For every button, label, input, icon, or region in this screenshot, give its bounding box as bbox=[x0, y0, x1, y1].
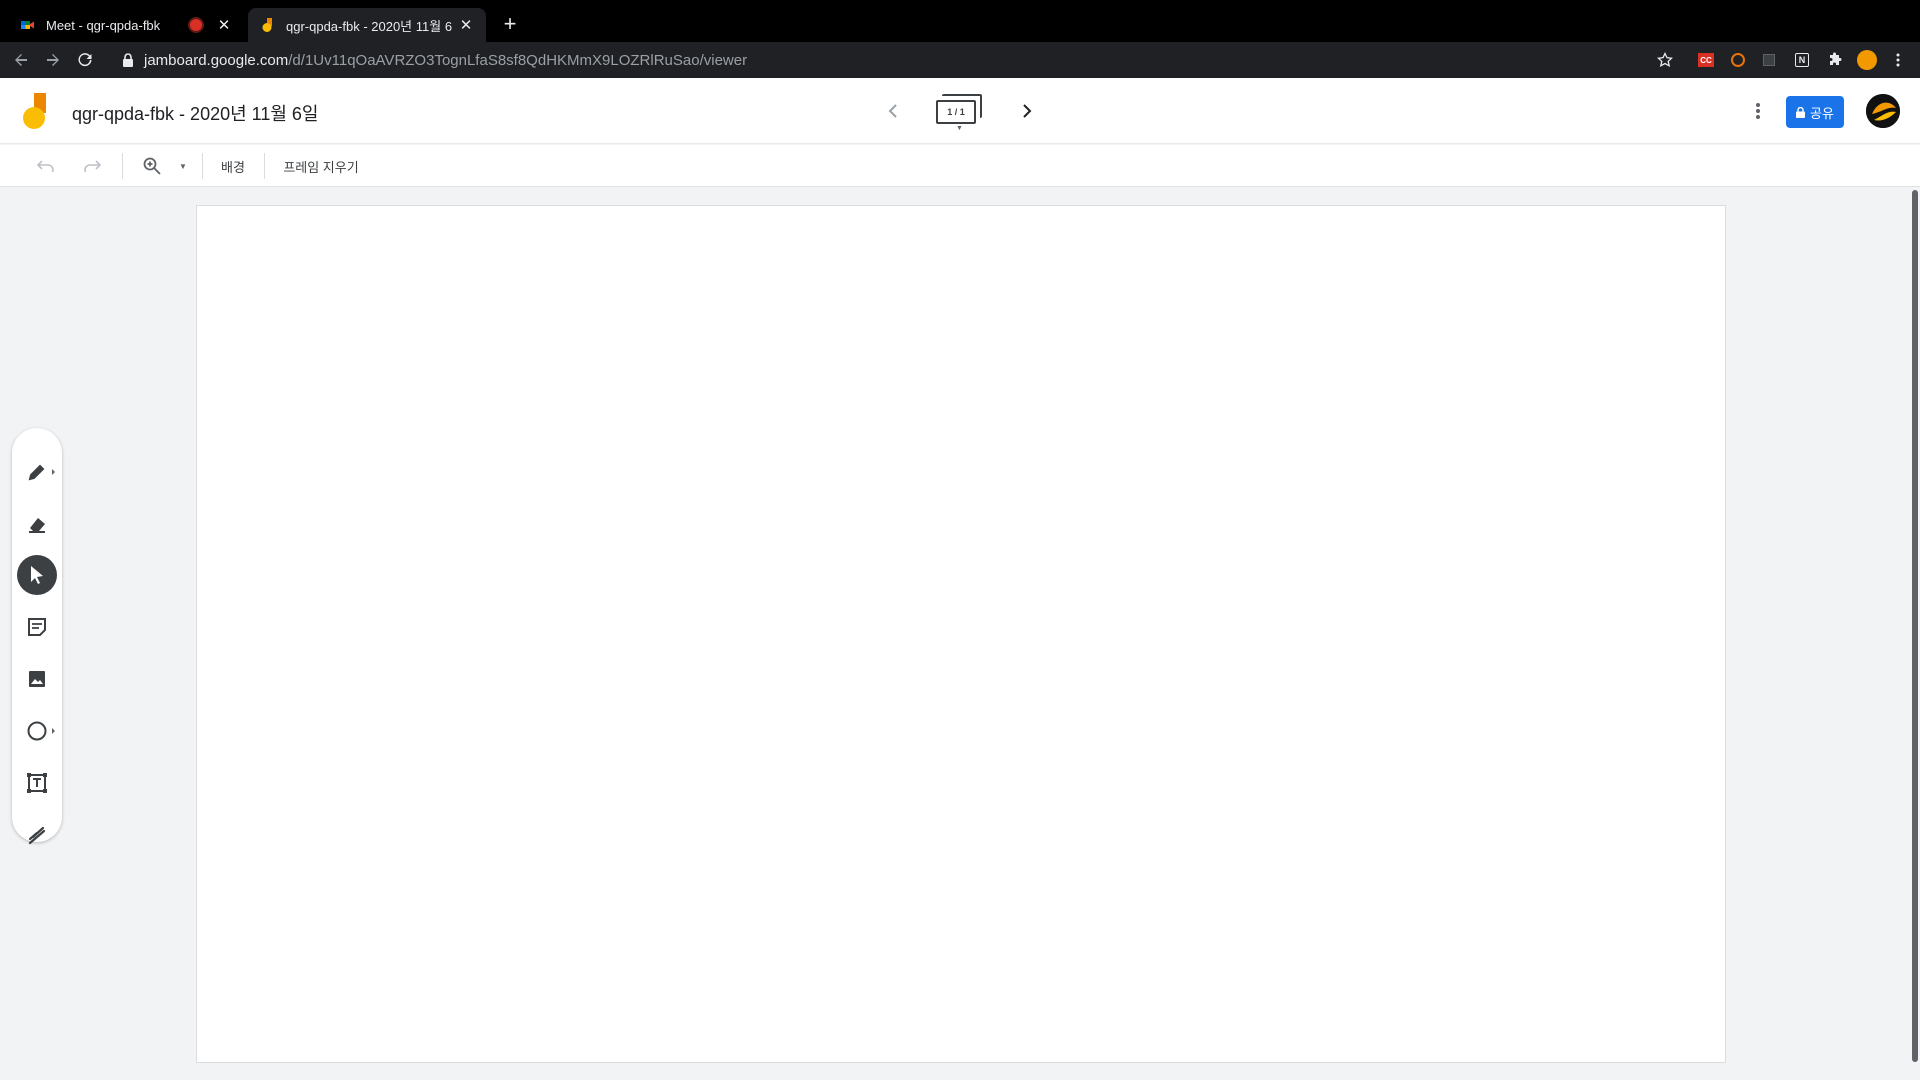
extensions-puzzle-icon[interactable] bbox=[1825, 50, 1845, 70]
image-icon bbox=[29, 671, 45, 687]
tab-jamboard[interactable]: qgr-qpda-fbk - 2020년 11월 6일 ✕ bbox=[248, 8, 486, 42]
text-box-tool[interactable] bbox=[17, 763, 57, 803]
select-tool[interactable] bbox=[17, 555, 57, 595]
undo-icon[interactable] bbox=[34, 154, 58, 178]
scrollbar-thumb[interactable] bbox=[1912, 190, 1918, 1062]
new-tab-icon[interactable]: + bbox=[498, 13, 522, 37]
document-title[interactable]: qgr-qpda-fbk - 2020년 11월 6일 bbox=[72, 100, 318, 126]
recording-icon bbox=[190, 19, 202, 31]
redo-icon[interactable] bbox=[80, 154, 104, 178]
tab-title: qgr-qpda-fbk - 2020년 11월 6일 bbox=[286, 18, 452, 34]
tool-options-arrow bbox=[52, 469, 55, 475]
back-icon[interactable] bbox=[10, 49, 32, 71]
image-tool[interactable] bbox=[17, 659, 57, 699]
toolbar-divider bbox=[264, 153, 265, 179]
google-meet-icon bbox=[21, 21, 34, 29]
background-button[interactable]: 배경 bbox=[218, 154, 248, 178]
url-path: /d/1Uv11qOaAVRZO3TognLfaS8sf8QdHKMmX9LOZ… bbox=[288, 51, 748, 69]
sticky-note-tool[interactable] bbox=[17, 607, 57, 647]
lock-icon bbox=[1796, 106, 1806, 118]
pen-icon bbox=[28, 464, 45, 481]
zoom-icon[interactable] bbox=[140, 154, 164, 178]
tab-meet[interactable]: Meet - qgr-qpda-fbk ✕ bbox=[8, 8, 244, 42]
tab-title: Meet - qgr-qpda-fbk bbox=[46, 17, 161, 33]
share-button[interactable]: 공유 bbox=[1786, 96, 1844, 128]
clear-frame-button[interactable]: 프레임 지우기 bbox=[280, 154, 362, 178]
more-options-icon[interactable] bbox=[1746, 98, 1770, 124]
share-label: 공유 bbox=[1810, 105, 1834, 121]
close-tab-icon[interactable]: ✕ bbox=[458, 17, 474, 34]
address-bar[interactable]: jamboard.google.com/d/1Uv11qOaAVRZO3Togn… bbox=[108, 46, 1674, 74]
text-box-icon bbox=[27, 773, 47, 793]
cursor-icon bbox=[31, 566, 43, 584]
frame-indicator: 1 / 1 bbox=[936, 100, 976, 124]
jamboard-logo-icon bbox=[23, 93, 46, 129]
editor-toolbar: ▼ 배경 프레임 지우기 bbox=[0, 145, 1920, 187]
browser-tab-strip: Meet - qgr-qpda-fbk ✕ qgr-qpda-fbk - 202… bbox=[0, 0, 1920, 42]
circle-tool[interactable] bbox=[17, 711, 57, 751]
reload-icon[interactable] bbox=[74, 49, 96, 71]
zoom-dropdown-icon[interactable]: ▼ bbox=[176, 154, 190, 178]
forward-icon[interactable] bbox=[42, 49, 64, 71]
lock-icon bbox=[123, 53, 133, 67]
sticky-note-icon bbox=[28, 618, 46, 636]
account-avatar[interactable] bbox=[1866, 94, 1900, 128]
app-header: qgr-qpda-fbk - 2020년 11월 6일 1 / 1 ▼ 공유 bbox=[0, 78, 1920, 144]
laser-tool[interactable] bbox=[17, 815, 57, 855]
chrome-menu-icon[interactable] bbox=[1888, 50, 1908, 70]
bookmark-star-icon[interactable] bbox=[1655, 50, 1675, 70]
toolbar-divider bbox=[202, 153, 203, 179]
tool-palette bbox=[12, 428, 62, 845]
pen-tool[interactable] bbox=[17, 452, 57, 492]
close-tab-icon[interactable]: ✕ bbox=[216, 17, 232, 34]
notion-extension-icon[interactable]: N bbox=[1792, 50, 1812, 70]
record-extension-icon[interactable] bbox=[1728, 50, 1748, 70]
vertical-scrollbar[interactable] bbox=[1910, 188, 1920, 1080]
browser-toolbar: jamboard.google.com/d/1Uv11qOaAVRZO3Togn… bbox=[0, 42, 1920, 78]
previous-frame-button[interactable] bbox=[878, 96, 908, 126]
circle-icon bbox=[27, 721, 47, 741]
grid-extension-icon[interactable] bbox=[1759, 50, 1779, 70]
next-frame-button[interactable] bbox=[1012, 96, 1042, 126]
jam-canvas[interactable] bbox=[196, 205, 1726, 1063]
frame-bar-toggle[interactable]: 1 / 1 ▼ bbox=[936, 94, 984, 132]
jamboard-icon bbox=[262, 18, 272, 32]
eraser-icon bbox=[29, 518, 45, 533]
url-host: jamboard.google.com bbox=[144, 51, 289, 69]
laser-icon bbox=[28, 826, 46, 845]
tool-options-arrow bbox=[52, 728, 55, 734]
toolbar-divider bbox=[122, 153, 123, 179]
eraser-tool[interactable] bbox=[17, 504, 57, 544]
chevron-down-icon: ▼ bbox=[956, 125, 963, 132]
cc-extension-icon[interactable]: CC bbox=[1696, 50, 1716, 70]
profile-avatar-small[interactable] bbox=[1857, 50, 1877, 70]
